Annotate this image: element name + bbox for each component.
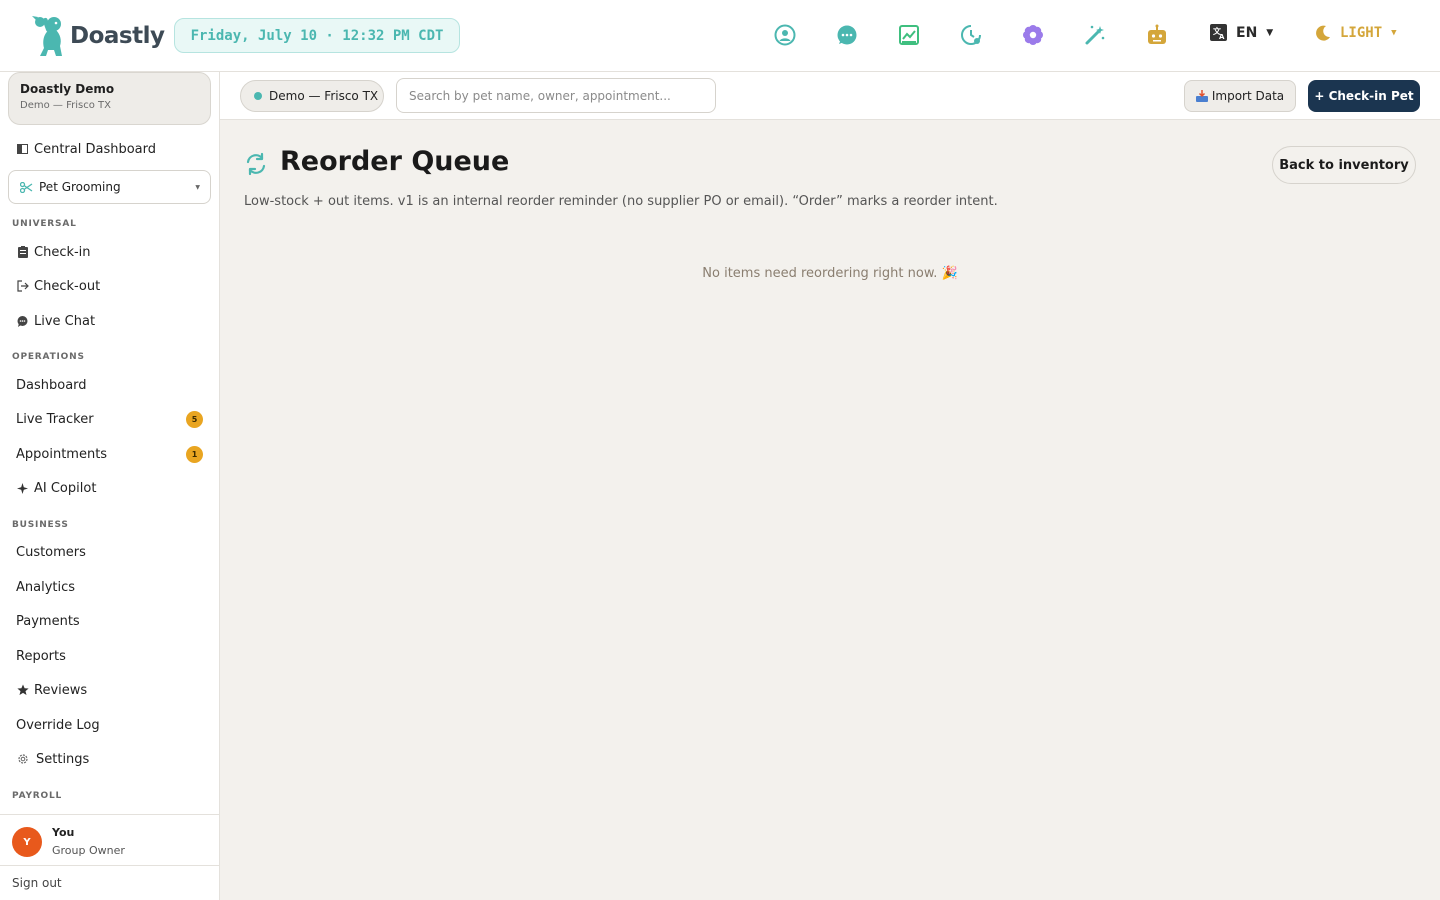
avatar: Y bbox=[12, 827, 42, 857]
sidebar-item-label: Reports bbox=[16, 648, 66, 664]
search-input[interactable] bbox=[396, 78, 716, 113]
empty-state-message: No items need reordering right now. 🎉 bbox=[702, 266, 958, 281]
star-icon bbox=[16, 684, 29, 697]
section-label-universal: UNIVERSAL bbox=[12, 219, 77, 229]
sidebar-item-settings[interactable]: Settings bbox=[8, 744, 211, 774]
sub-header: Demo — Frisco TX Import Data + Check-in … bbox=[220, 72, 1440, 120]
exit-icon bbox=[16, 280, 29, 293]
sidebar-item-live-chat[interactable]: Live Chat bbox=[8, 306, 211, 336]
import-data-label: Import Data bbox=[1211, 89, 1285, 103]
robot-icon[interactable] bbox=[1145, 23, 1169, 47]
chevron-down-icon: ▼ bbox=[195, 183, 200, 191]
dashboard-icon bbox=[16, 143, 29, 156]
sidebar-item-appointments[interactable]: Appointments 1 bbox=[8, 439, 211, 469]
sidebar-item-label: Analytics bbox=[16, 579, 76, 595]
scissors-icon bbox=[20, 181, 33, 193]
chat-icon[interactable] bbox=[835, 23, 859, 47]
sidebar-item-analytics[interactable]: Analytics bbox=[8, 572, 211, 602]
chevron-down-icon: ▼ bbox=[1391, 28, 1397, 38]
user-name: You bbox=[52, 826, 75, 839]
sidebar-item-label: AI Copilot bbox=[34, 480, 97, 496]
sidebar-item-label: Customers bbox=[16, 544, 86, 560]
section-label-business: BUSINESS bbox=[12, 520, 69, 530]
sidebar-item-label: Check-in bbox=[34, 244, 91, 260]
sidebar-item-label: Live Tracker bbox=[16, 411, 94, 427]
sidebar: Doastly Demo Demo — Frisco TX Central Da… bbox=[0, 72, 220, 900]
sidebar-item-live-tracker[interactable]: Live Tracker 5 bbox=[8, 404, 211, 434]
page-description: Low-stock + out items. v1 is an internal… bbox=[244, 194, 998, 209]
date-time-display: Friday, July 10 · 12:32 PM CDT bbox=[174, 18, 460, 53]
theme-label: LIGHT bbox=[1340, 25, 1383, 41]
language-label: EN bbox=[1236, 24, 1258, 41]
section-label-payroll: PAYROLL bbox=[12, 791, 63, 801]
section-label-operations: OPERATIONS bbox=[12, 352, 85, 362]
location-selector[interactable]: Demo — Frisco TX bbox=[240, 80, 384, 112]
sidebar-item-payments[interactable]: Payments bbox=[8, 606, 211, 636]
svg-text:A: A bbox=[1219, 33, 1225, 41]
location-label: Demo — Frisco TX bbox=[269, 89, 379, 103]
flower-icon[interactable] bbox=[1021, 23, 1045, 47]
top-bar: Doastly Friday, July 10 · 12:32 PM CDT 文… bbox=[0, 0, 1440, 72]
sidebar-item-central-dashboard[interactable]: Central Dashboard bbox=[8, 134, 211, 164]
business-type-label: Pet Grooming bbox=[39, 180, 121, 194]
sidebar-item-reviews[interactable]: Reviews bbox=[8, 675, 211, 705]
import-data-button[interactable]: Import Data bbox=[1184, 80, 1296, 112]
brand-logo[interactable]: Doastly bbox=[30, 14, 165, 58]
gear-icon bbox=[16, 753, 29, 766]
magic-wand-icon[interactable] bbox=[1083, 23, 1107, 47]
language-selector[interactable]: 文A EN ▼ bbox=[1210, 24, 1273, 41]
refresh-icon bbox=[246, 152, 266, 176]
chat-bubble-icon bbox=[16, 315, 29, 328]
organization-name: Doastly Demo bbox=[20, 82, 115, 96]
sidebar-item-reports[interactable]: Reports bbox=[8, 641, 211, 671]
theme-selector[interactable]: LIGHT ▼ bbox=[1314, 24, 1397, 42]
inbox-tray-icon bbox=[1195, 90, 1208, 102]
timer-icon[interactable] bbox=[959, 23, 983, 47]
organization-switcher[interactable]: Doastly Demo Demo — Frisco TX bbox=[8, 72, 211, 125]
chevron-down-icon: ▼ bbox=[1266, 27, 1274, 38]
sidebar-item-ai-copilot[interactable]: AI Copilot bbox=[8, 473, 211, 503]
sidebar-item-checkin[interactable]: Check-in bbox=[8, 237, 211, 267]
user-role: Group Owner bbox=[52, 844, 125, 857]
business-type-select[interactable]: Pet Grooming ▼ bbox=[8, 170, 211, 204]
back-to-inventory-button[interactable]: Back to inventory bbox=[1272, 146, 1416, 184]
live-tracker-count-badge: 5 bbox=[186, 410, 203, 428]
dog-logo-icon bbox=[32, 16, 62, 56]
sidebar-item-label: Appointments bbox=[16, 446, 108, 462]
sidebar-item-label: Payments bbox=[16, 613, 80, 629]
page-title: Reorder Queue bbox=[280, 146, 510, 177]
analytics-icon[interactable] bbox=[897, 23, 921, 47]
sidebar-item-label: Check-out bbox=[34, 278, 101, 294]
sidebar-item-checkout[interactable]: Check-out bbox=[8, 271, 211, 301]
status-dot-icon bbox=[254, 92, 262, 100]
clipboard-icon bbox=[16, 246, 29, 259]
brand-name: Doastly bbox=[70, 23, 165, 49]
translate-icon: 文A bbox=[1210, 24, 1227, 41]
sidebar-item-customers[interactable]: Customers bbox=[8, 537, 211, 567]
check-in-pet-button[interactable]: + Check-in Pet bbox=[1308, 80, 1420, 112]
moon-icon bbox=[1316, 25, 1330, 41]
sign-out-button[interactable]: Sign out bbox=[0, 865, 219, 900]
sidebar-item-label: Settings bbox=[36, 751, 90, 767]
sparkle-icon bbox=[16, 482, 29, 495]
sidebar-item-label: Dashboard bbox=[16, 377, 87, 393]
organization-location: Demo — Frisco TX bbox=[20, 100, 111, 111]
sidebar-item-label: Override Log bbox=[16, 717, 100, 733]
sidebar-item-label: Live Chat bbox=[34, 313, 96, 329]
sidebar-item-override-log[interactable]: Override Log bbox=[8, 710, 211, 740]
sidebar-item-label: Reviews bbox=[34, 682, 88, 698]
sidebar-item-label: Central Dashboard bbox=[34, 141, 156, 157]
appointments-count-badge: 1 bbox=[186, 445, 203, 463]
user-profile[interactable]: Y You Group Owner bbox=[0, 814, 219, 865]
support-icon[interactable] bbox=[773, 23, 797, 47]
sidebar-item-dashboard[interactable]: Dashboard bbox=[8, 370, 211, 400]
